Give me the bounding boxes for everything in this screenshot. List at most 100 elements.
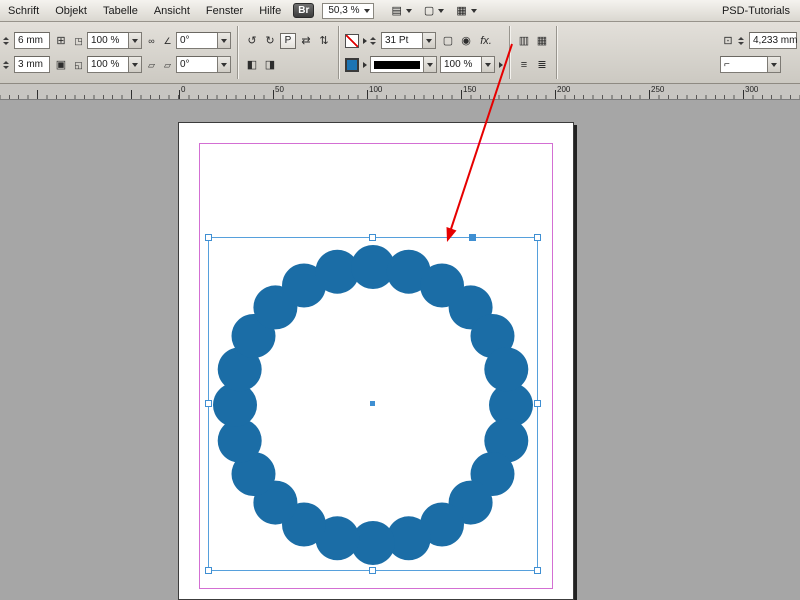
- chevron-down-icon: [406, 9, 412, 13]
- view-options-icon: ▤: [392, 4, 402, 17]
- menu-schrift[interactable]: Schrift: [0, 0, 47, 21]
- chevron-right-icon: [363, 38, 367, 44]
- menu-tabelle[interactable]: Tabelle: [95, 0, 146, 21]
- fill-color-swatch[interactable]: [345, 58, 359, 72]
- angle-fields: ∠ 0° ▱ 0°: [161, 31, 231, 75]
- opacity-combo[interactable]: 100 %: [440, 56, 495, 73]
- zoom-level-combo[interactable]: 50,3 %: [322, 3, 373, 19]
- selection-handle[interactable]: [369, 234, 376, 241]
- stroke-style-preview: [374, 61, 420, 69]
- menu-hilfe[interactable]: Hilfe: [251, 0, 289, 21]
- ruler-number: 300: [745, 85, 758, 94]
- workspace-brand-label: PSD-Tutorials: [722, 5, 800, 17]
- y-position-field[interactable]: 3 mm: [14, 56, 50, 73]
- x-spinner[interactable]: [3, 37, 12, 45]
- selection-handle[interactable]: [205, 400, 212, 407]
- stroke-column: 31 Pt: [370, 31, 437, 75]
- text-frame-options-icon[interactable]: ▦: [534, 33, 550, 49]
- shear-angle-combo[interactable]: 0°: [176, 56, 231, 73]
- screen-mode-icon: ▢: [424, 4, 434, 17]
- rotation-angle-icon: ∠: [161, 33, 174, 49]
- corner-radius-field[interactable]: 4,233 mm: [749, 32, 797, 49]
- view-options-button[interactable]: ▤: [388, 2, 416, 20]
- scale-x-icon: ◳: [72, 33, 85, 49]
- drop-shadow-icon[interactable]: ▢: [440, 33, 456, 49]
- control-panel: 6 mm 3 mm ⊞ ▣ ◳ 100 % ◱ 100 % ∞ ▱: [0, 22, 800, 84]
- rotate-ccw-icon[interactable]: ↺: [244, 33, 260, 49]
- selection-handle[interactable]: [534, 567, 541, 574]
- divider: [509, 26, 510, 79]
- constrain-dimensions-icon[interactable]: ▣: [53, 57, 69, 73]
- ruler-number: 250: [651, 85, 664, 94]
- align-left-icon[interactable]: ≡: [516, 57, 532, 73]
- shear-angle-icon: ▱: [161, 57, 174, 73]
- stroke-style-combo[interactable]: [370, 56, 437, 73]
- swatch-column: [345, 31, 367, 75]
- reference-point-icon[interactable]: ⊞: [53, 33, 69, 49]
- effects-column: ▢ ◉ fx. 100 %: [440, 31, 503, 75]
- transform-buttons: ↺ ↻ P ⇄ ⇅ ◧ ◨: [244, 31, 332, 75]
- chevron-down-icon: [438, 9, 444, 13]
- y-spinner[interactable]: [3, 61, 12, 69]
- ruler[interactable]: 050100150200250300: [0, 84, 800, 100]
- corner-radius-spinner[interactable]: [738, 37, 747, 45]
- chevron-down-icon: [132, 39, 138, 43]
- pasteboard[interactable]: [0, 100, 800, 600]
- selection-handle[interactable]: [534, 400, 541, 407]
- chevron-down-icon: [364, 9, 370, 13]
- bridge-button[interactable]: Br: [293, 3, 314, 18]
- selection-handle[interactable]: [369, 567, 376, 574]
- x-position-field[interactable]: 6 mm: [14, 32, 50, 49]
- chevron-down-icon: [771, 63, 777, 67]
- chevron-down-icon: [221, 63, 227, 67]
- chain-link-icon[interactable]: ∞: [145, 33, 158, 49]
- chevron-right-icon: [363, 62, 367, 68]
- chevron-right-icon: [499, 62, 503, 68]
- chevron-down-icon: [485, 63, 491, 67]
- rotation-angle-combo[interactable]: 0°: [176, 32, 231, 49]
- scale-y-combo[interactable]: 100 %: [87, 56, 142, 73]
- selection-handle[interactable]: [534, 234, 541, 241]
- shear-proxy-icon: ▱: [145, 57, 158, 73]
- chevron-down-icon: [427, 63, 433, 67]
- arrange-documents-button[interactable]: ▦: [452, 2, 480, 20]
- corner-shape-combo[interactable]: ⌐: [720, 56, 781, 73]
- selection-bounding-box[interactable]: [208, 237, 538, 571]
- ruler-number: 100: [369, 85, 382, 94]
- text-columns-icon[interactable]: ▥: [516, 33, 532, 49]
- stroke-none-swatch[interactable]: [345, 34, 359, 48]
- chevron-down-icon: [132, 63, 138, 67]
- zoom-level-value: 50,3 %: [328, 5, 359, 16]
- chevron-down-icon: [426, 39, 432, 43]
- select-content-icon[interactable]: ◨: [262, 57, 278, 73]
- divider: [237, 26, 238, 79]
- menu-bar: Schrift Objekt Tabelle Ansicht Fenster H…: [0, 0, 800, 22]
- object-center-point[interactable]: [370, 401, 375, 406]
- menu-fenster[interactable]: Fenster: [198, 0, 251, 21]
- menu-ansicht[interactable]: Ansicht: [146, 0, 198, 21]
- text-layout-column: ▥ ▦ ≡ ≣: [516, 31, 550, 75]
- select-container-icon[interactable]: ◧: [244, 57, 260, 73]
- ruler-number: 200: [557, 85, 570, 94]
- rotate-cw-icon[interactable]: ↻: [262, 33, 278, 49]
- selection-handle[interactable]: [205, 567, 212, 574]
- scale-x-combo[interactable]: 100 %: [87, 32, 142, 49]
- paragraph-button[interactable]: P: [280, 33, 296, 49]
- screen-mode-button[interactable]: ▢: [420, 2, 448, 20]
- chevron-down-icon: [471, 9, 477, 13]
- flip-vertical-icon[interactable]: ⇅: [316, 33, 332, 49]
- stroke-weight-combo[interactable]: 31 Pt: [381, 32, 436, 49]
- selected-anchor-point[interactable]: [469, 234, 476, 241]
- object-style-icon[interactable]: ◉: [458, 33, 474, 49]
- ruler-number: 50: [275, 85, 284, 94]
- scale-fields: ◳ 100 % ◱ 100 %: [72, 31, 142, 75]
- menu-objekt[interactable]: Objekt: [47, 0, 95, 21]
- flip-horizontal-icon[interactable]: ⇄: [298, 33, 314, 49]
- selection-handle[interactable]: [205, 234, 212, 241]
- divider: [338, 26, 339, 79]
- constrain-link-column: ∞ ▱: [145, 31, 158, 75]
- fx-effects-icon[interactable]: fx.: [476, 33, 496, 49]
- stroke-weight-spinner[interactable]: [370, 37, 379, 45]
- position-fields: 6 mm 3 mm: [3, 31, 50, 75]
- align-justify-icon[interactable]: ≣: [534, 57, 550, 73]
